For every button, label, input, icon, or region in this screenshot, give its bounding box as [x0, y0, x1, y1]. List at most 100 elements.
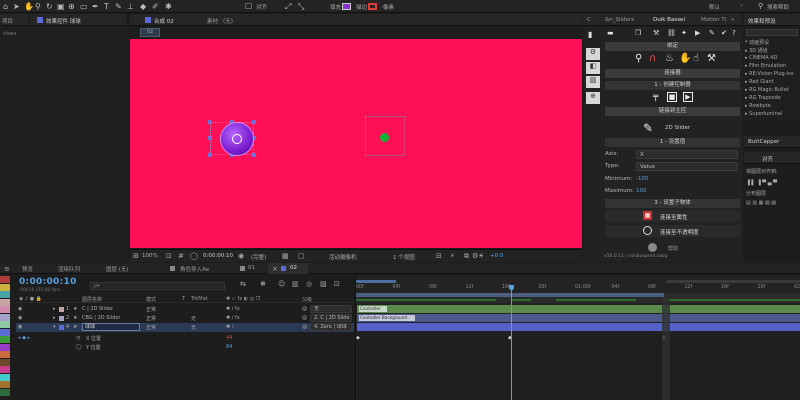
eraser-tool-icon[interactable]: ◆ — [140, 2, 146, 11]
transform-handle[interactable] — [208, 153, 212, 157]
stopwatch-icon[interactable]: ◯ — [76, 344, 82, 350]
layer-name[interactable]: C | 2D Slider — [82, 306, 113, 312]
tab-preview[interactable]: 预览 — [22, 265, 33, 273]
label-color-swatch[interactable] — [0, 276, 10, 283]
label-color-swatch[interactable] — [0, 381, 10, 388]
duik-slider-tool-icon[interactable]: ✎ — [643, 121, 653, 135]
snap-checkbox-icon[interactable]: ☐ — [245, 2, 252, 11]
snap-options-icon[interactable]: ⤢ — [285, 2, 291, 11]
label-color-swatch[interactable] — [0, 343, 10, 351]
tab-character-import[interactable]: 角色导入Ae — [180, 265, 209, 273]
clone-stamp-tool-icon[interactable]: ⊥ — [127, 2, 134, 11]
comp-name-tab[interactable]: 02 — [140, 28, 160, 37]
duik-help-icon[interactable]: ? — [732, 29, 736, 37]
transform-handle[interactable] — [252, 120, 256, 124]
expand-arrow-icon[interactable]: ▸ — [53, 306, 56, 312]
pickwhip-icon[interactable]: @ — [302, 324, 307, 330]
layer-label-color[interactable] — [59, 307, 64, 312]
duik-pin-icon[interactable]: ⚲ — [635, 53, 642, 64]
search-help-input[interactable]: 搜索帮助 — [767, 3, 789, 11]
tab-composition[interactable]: 合成 02 — [154, 17, 174, 25]
duik-edit-icon[interactable]: ✎ — [709, 29, 715, 37]
timeline-link-icon[interactable]: ⧉ — [464, 252, 469, 261]
pen-tool-icon[interactable]: ✒ — [92, 2, 99, 11]
duik-hand-icon[interactable]: ✋ — [679, 53, 691, 64]
motion-blur-icon[interactable]: ◎ — [306, 280, 312, 288]
duik-walk-icon[interactable]: ✦ — [681, 29, 687, 37]
duik-help-label[interactable]: 帮助 — [668, 245, 678, 252]
workspace-default[interactable]: 默认 — [709, 3, 720, 11]
controller-dot[interactable] — [380, 133, 389, 142]
duik-add-icon[interactable]: ⊕ — [586, 92, 600, 104]
visibility-eye-icon[interactable]: ◉ — [18, 324, 22, 330]
duik-book-icon[interactable]: ▮ — [588, 30, 592, 39]
region-of-interest-icon[interactable]: ▢ — [298, 252, 305, 260]
tab-duik-bassel[interactable]: Duik Bassel — [653, 17, 685, 23]
selection-tool-icon[interactable]: ➤ — [13, 2, 20, 11]
pan-behind-tool-icon[interactable]: ⊕ — [68, 2, 75, 11]
label-color-swatch[interactable] — [0, 291, 10, 298]
effects-item[interactable]: ▸ RG Trapcode — [745, 95, 781, 101]
duik-link-icon[interactable]: ⛓ — [667, 29, 676, 37]
visibility-eye-icon[interactable]: ◉ — [18, 306, 22, 312]
keyframe-diamond[interactable]: ◆ — [356, 335, 360, 341]
transform-handle[interactable] — [252, 153, 256, 157]
duik-arm-icon[interactable]: ☝ — [693, 53, 699, 64]
duik-foot-icon[interactable]: ♨ — [665, 53, 674, 64]
visibility-eye-icon[interactable]: ◉ — [18, 315, 22, 321]
label-color-swatch[interactable] — [0, 298, 10, 306]
duik-camera-tool-icon[interactable]: ▶ — [695, 29, 700, 37]
label-color-swatch[interactable] — [0, 366, 10, 373]
draft-3d-icon[interactable]: ❋ — [260, 280, 266, 288]
shy-layers-icon[interactable]: ☺ — [278, 280, 285, 288]
track-bar-ball[interactable] — [357, 323, 800, 331]
snapshot-icon[interactable]: ◉ — [238, 252, 244, 260]
duik-square-icon[interactable]: ■ — [667, 92, 677, 102]
stroke-color-swatch[interactable] — [368, 3, 377, 10]
layer-name-header[interactable]: 图层名称 — [82, 296, 102, 303]
effects-item[interactable]: ▸ Rowbyte — [745, 103, 771, 109]
camera-dropdown[interactable]: 活动摄像机 — [329, 253, 357, 261]
transform-handle[interactable] — [208, 136, 212, 140]
reset-exposure-icon[interactable]: ☀ — [478, 252, 484, 260]
time-navigator-bar[interactable] — [666, 280, 800, 283]
duik-help-circle-icon[interactable] — [648, 243, 657, 252]
tab-footage[interactable]: 素材 （无） — [207, 17, 236, 25]
duik-max-value[interactable]: 100 — [636, 188, 647, 194]
always-preview-icon[interactable]: ⊞ — [133, 252, 139, 260]
layer-label-color[interactable] — [59, 325, 64, 330]
fill-color-swatch[interactable] — [342, 3, 351, 10]
frame-blending-icon[interactable]: ▥ — [292, 280, 299, 288]
collapse-arrow-icon[interactable]: ▾ — [53, 324, 56, 330]
duik-connect-prop-button[interactable]: ▦ 连接至属性 — [605, 210, 740, 222]
duik-magnet-icon[interactable]: ∩ — [649, 53, 656, 64]
tab-effects-controls[interactable]: 效果控件 球球 — [46, 17, 81, 25]
time-navigator-start[interactable] — [356, 280, 396, 283]
layer-mode[interactable]: 正常 — [146, 324, 156, 331]
tab-motion-tools[interactable]: Motion Ti — [701, 17, 726, 23]
hand-tool-icon[interactable]: ✋ — [24, 2, 34, 11]
layer-row-selected[interactable]: ◉ ▾ 4 ★ 球球 正常 无 ✱ ∕ @ 4. Zero | 球球 — [16, 323, 354, 332]
duik-settings-icon[interactable]: ⚙ — [586, 48, 600, 60]
tab-layer[interactable]: 图层 (无) — [106, 265, 129, 273]
label-color-swatch[interactable] — [0, 388, 10, 396]
duik-create-controller[interactable]: 1 - 创建控制器 — [605, 81, 740, 90]
duik-copy-icon[interactable]: ❐ — [635, 29, 641, 37]
expand-arrow-icon[interactable]: ▸ — [53, 315, 56, 321]
stroke-width-value[interactable]: -像素 — [381, 3, 394, 11]
time-navigator[interactable] — [356, 279, 800, 284]
align-row-icons[interactable]: ▐ ▌ ▐ ▀ ▄ ▀ — [746, 180, 777, 186]
type-tool-icon[interactable]: T — [104, 2, 109, 11]
layer-switches[interactable]: ✱ ∕ fx — [226, 315, 240, 321]
layer-label-color[interactable] — [59, 316, 64, 321]
distribute-icons[interactable]: ▤ ▥ ▦ ▧ ▨ — [746, 200, 776, 206]
property-row[interactable]: ◯ Y 位置 84 — [16, 343, 354, 352]
property-row[interactable]: ◂ ◆ ▸ ◷ X 位置 44 — [16, 334, 354, 343]
search-icon[interactable]: ⚲ — [758, 2, 763, 11]
duik-play-icon[interactable]: ▶ — [683, 92, 693, 102]
tab-project[interactable]: 项目 — [2, 17, 13, 25]
exposure-value[interactable]: +0.0 — [490, 253, 503, 259]
layer-trkmat[interactable]: 无 — [191, 324, 196, 331]
quality-dropdown[interactable]: (完整) — [251, 253, 266, 261]
label-color-swatch[interactable] — [0, 351, 10, 358]
